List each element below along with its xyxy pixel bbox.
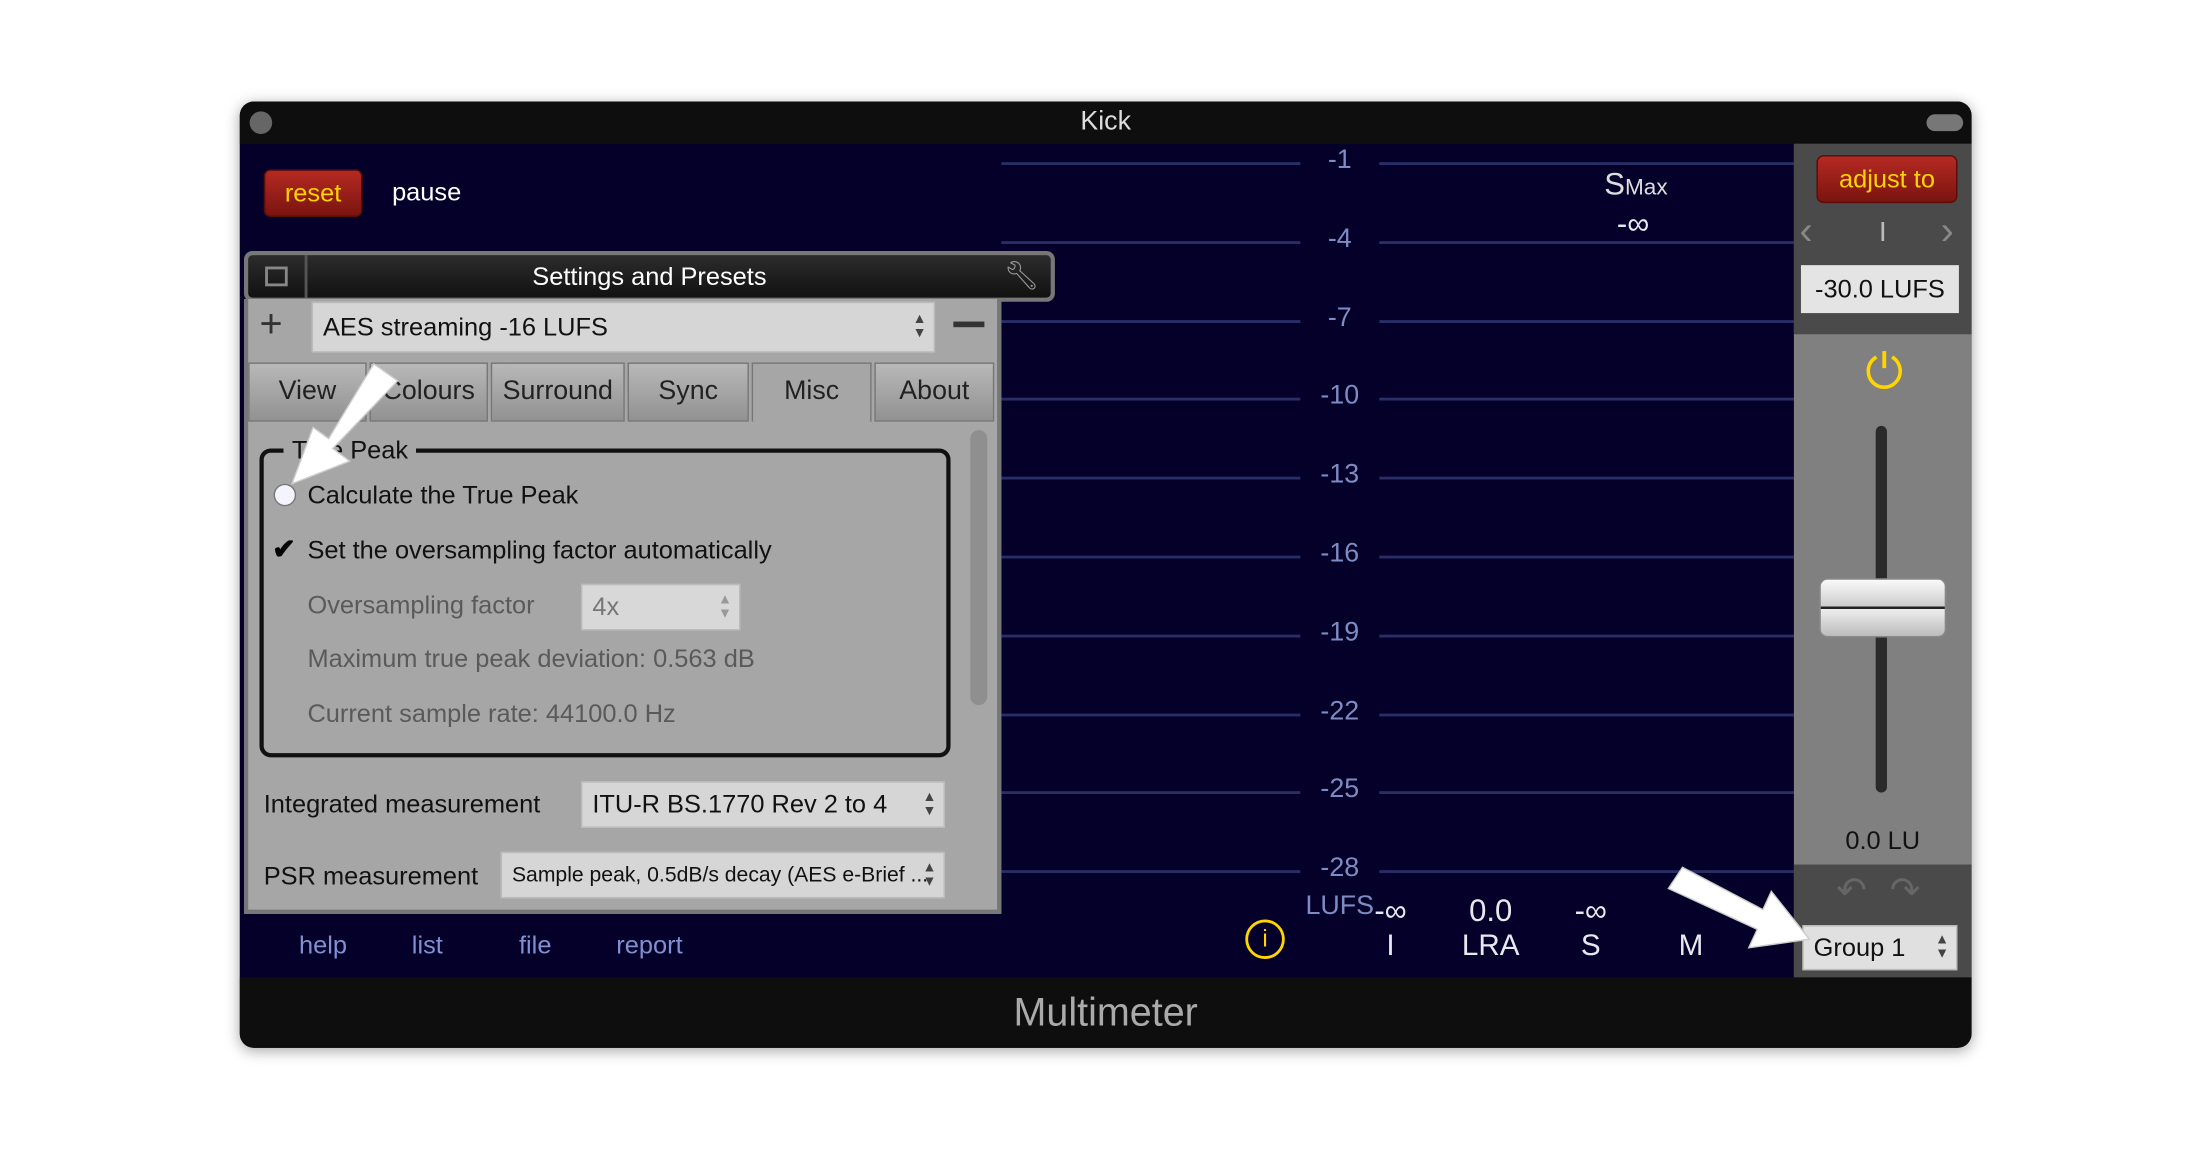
annotation-arrows: [290, 362, 1811, 949]
arrow-icon: [290, 362, 399, 485]
arrow-icon: [1667, 866, 1811, 949]
